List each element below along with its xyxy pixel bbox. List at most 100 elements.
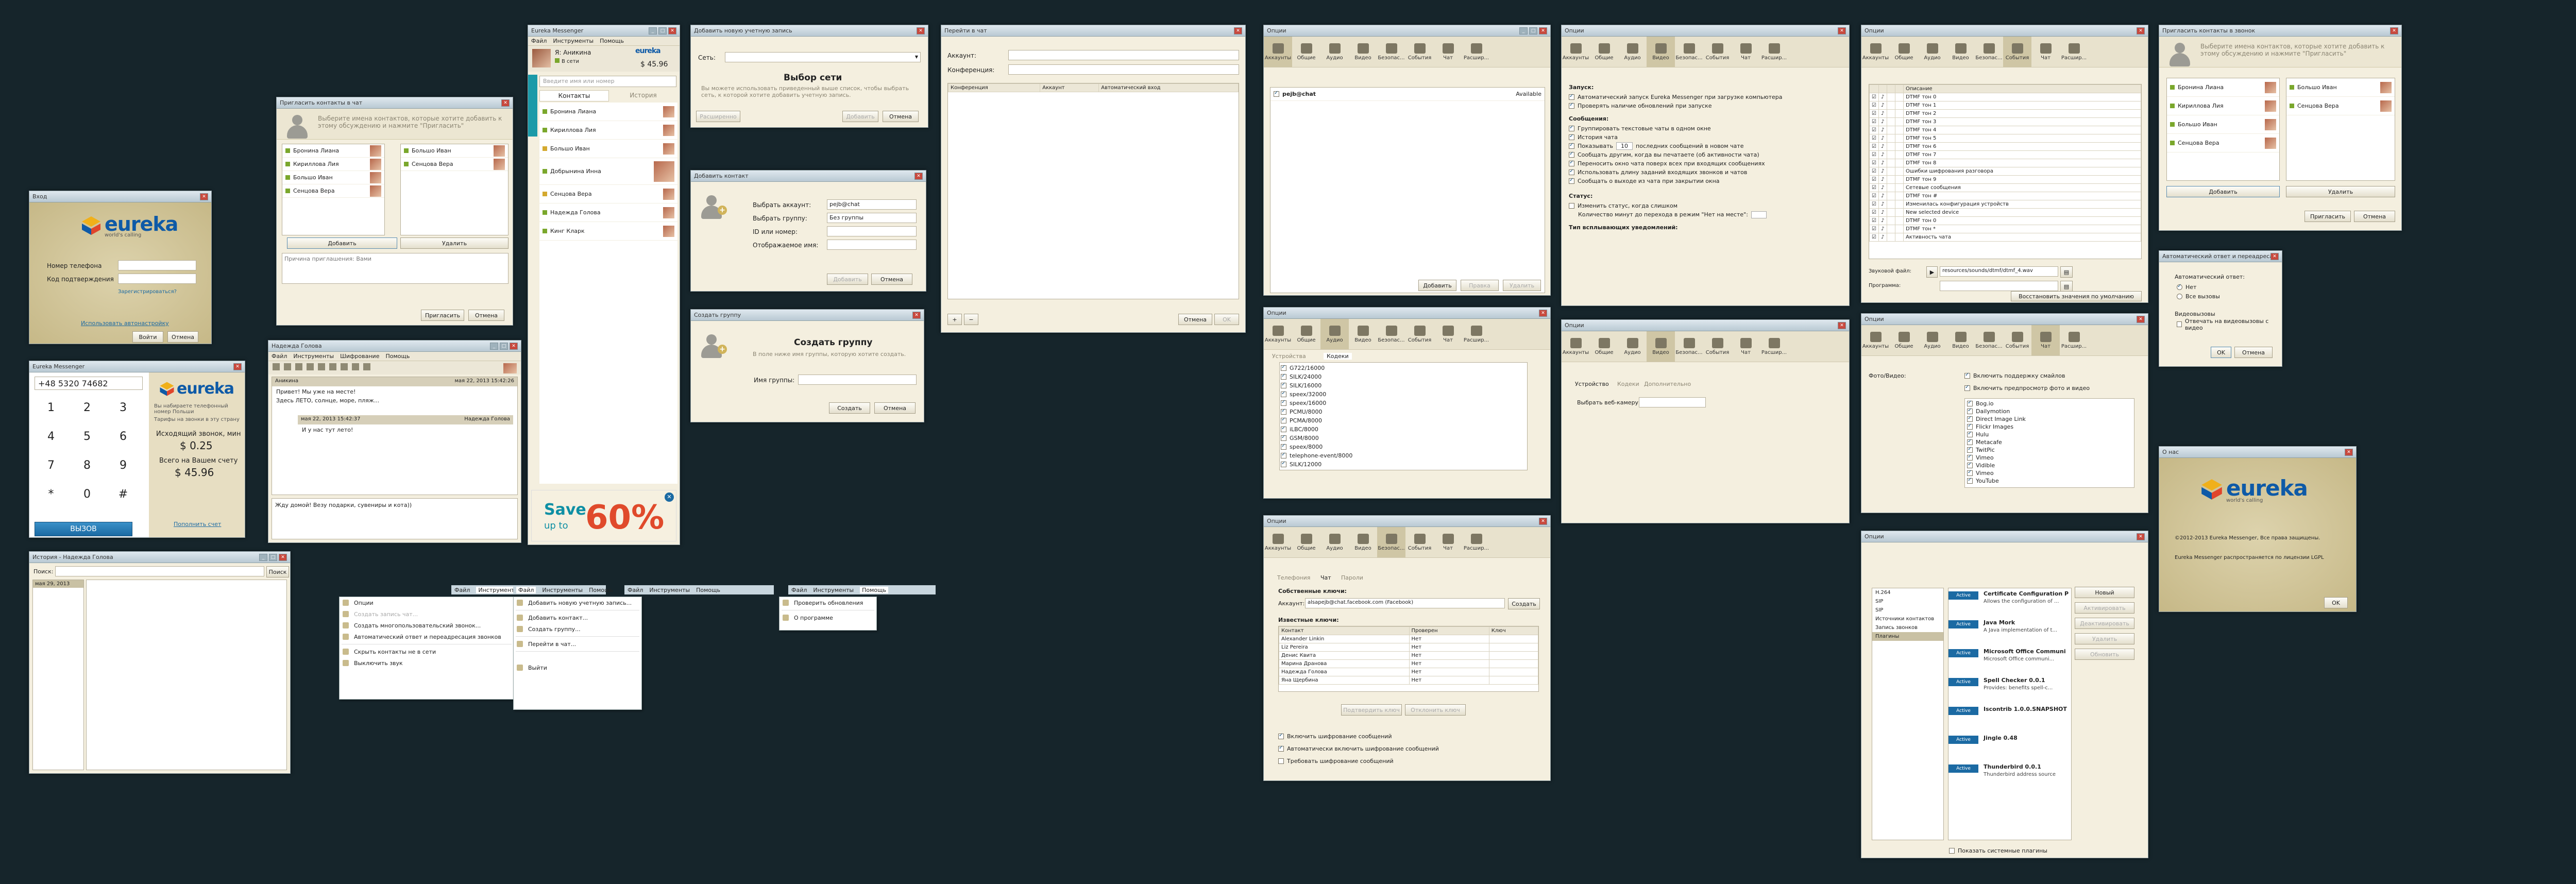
table-row[interactable]: Яна Щербина Нет [1279, 676, 1539, 685]
cancel-button[interactable]: Отмена [468, 310, 504, 321]
tab-events[interactable]: События [1703, 331, 1732, 362]
list-item[interactable]: Direct Image Link [1967, 415, 2132, 423]
table-row[interactable]: ☑ ♪ Сетевые сообщения [1869, 183, 2142, 192]
remove-icon[interactable]: − [964, 314, 978, 325]
remove-button[interactable]: Удалить [400, 237, 509, 249]
tab-video[interactable]: Видео [1946, 37, 1975, 67]
list-item[interactable]: Кириллова Лия [282, 158, 384, 171]
list-item[interactable]: Бронина Лиана [539, 103, 677, 121]
plugin-item[interactable]: Active Thunderbird 0.0.1 Thunderbird addre… [1948, 761, 2071, 790]
table-row[interactable]: Надежда Голова Нет [1279, 668, 1539, 676]
play-icon[interactable]: ▶ [1926, 266, 1938, 278]
checkbox[interactable] [1569, 151, 1574, 158]
tab-account[interactable]: Аккаунты [1861, 325, 1890, 355]
login-button[interactable]: Войти [132, 331, 163, 343]
list-item[interactable]: Vidible [1967, 462, 2132, 469]
table-row[interactable]: Alexander Linkin Нет [1279, 635, 1539, 643]
tab-audio[interactable]: Аудио [1918, 325, 1946, 355]
tab-video[interactable]: Видео [1946, 325, 1975, 355]
keypad-key[interactable]: * [37, 483, 65, 505]
sidebar-item[interactable]: Источники контактов [1872, 615, 1943, 623]
tab-advanced[interactable]: Расшир... [1462, 37, 1490, 67]
tab-audio[interactable]: Аудио [1320, 37, 1349, 67]
tab-general[interactable]: Общие [1890, 325, 1918, 355]
list-item[interactable]: speex/32000 [1281, 390, 1526, 399]
user-icon[interactable] [273, 363, 280, 370]
tab-security[interactable]: Безопас... [1675, 331, 1703, 362]
tab-chat[interactable]: Чат [1434, 527, 1462, 557]
checkbox[interactable] [1964, 384, 1970, 391]
invite-button[interactable]: Пригласить [421, 310, 464, 321]
table-row[interactable]: ☑ ♪ DTMF тон 4 [1869, 126, 2142, 134]
list-item[interactable]: Dailymotion [1967, 407, 2132, 415]
menu-item[interactable]: Создать группу... [514, 623, 641, 635]
list-item[interactable]: Vimeo [1967, 454, 2132, 462]
close-button[interactable]: ✕ [1234, 27, 1242, 35]
cancel-button[interactable]: Отмена [874, 402, 916, 414]
search-button[interactable]: Поиск [266, 566, 289, 577]
keypad-key[interactable]: 5 [73, 425, 101, 448]
menu-item[interactable]: Создать многопользовательский звонок... [340, 620, 514, 631]
close-button[interactable]: ✕ [1539, 517, 1547, 525]
ad-banner[interactable]: Save up to 60% ✕ [531, 490, 676, 541]
close-button[interactable]: ✕ [668, 27, 676, 35]
checkbox[interactable] [1569, 133, 1574, 140]
list-item[interactable]: Большо Иван [401, 144, 508, 158]
list-item[interactable]: Бронина Лиана [2167, 78, 2279, 97]
list-item[interactable]: SILK/16000 [1281, 381, 1526, 390]
list-item[interactable]: PCMU/8000 [1281, 407, 1526, 416]
keypad-key[interactable]: 1 [37, 396, 65, 419]
tab-codecs[interactable]: Кодеки [1617, 381, 1639, 387]
tab-video[interactable]: Видео [1647, 331, 1675, 362]
table-row[interactable]: ☑ ♪ DTMF тон 8 [1869, 159, 2142, 167]
tab-account[interactable]: Аккаунты [1562, 331, 1590, 362]
close-button[interactable]: ✕ [279, 553, 287, 561]
list-item[interactable]: G722/16000 [1281, 364, 1526, 372]
sidebar-item[interactable]: Плагины [1872, 632, 1943, 641]
edit-button[interactable]: Правка [1461, 280, 1499, 291]
list-item[interactable]: TwitPic [1967, 446, 2132, 454]
close-button[interactable]: ✕ [1838, 321, 1846, 329]
forward-icon[interactable] [352, 363, 359, 370]
table-row[interactable]: ☑ ♪ DTMF тон # [1869, 192, 2142, 200]
close-button[interactable]: ✕ [1539, 309, 1547, 317]
checkbox[interactable] [1569, 102, 1574, 109]
menu-item[interactable]: Добавить контакт... [514, 612, 641, 623]
close-button[interactable]: ✕ [2137, 27, 2145, 35]
group-name-input[interactable] [798, 375, 917, 385]
list-item[interactable]: Сенцова Вера [2167, 134, 2279, 152]
status-selector[interactable]: В сети [555, 58, 579, 64]
sidebar-item[interactable]: H.264 [1872, 588, 1943, 597]
close-button[interactable]: ✕ [912, 311, 921, 319]
list-item[interactable]: Сенцова Вера [539, 185, 677, 203]
tab-security[interactable]: Безопас... [1975, 37, 2003, 67]
forget-key-button[interactable]: Отклонить ключ [1405, 704, 1466, 716]
tab-advanced[interactable]: Расшир... [1760, 331, 1788, 362]
close-button[interactable]: ✕ [2137, 315, 2145, 323]
menu-encryption[interactable]: Шифрование [340, 353, 379, 360]
list-item[interactable]: Добрынина Инна [539, 158, 677, 185]
lock-icon[interactable] [329, 363, 336, 370]
list-item[interactable]: YouTube [1967, 477, 2132, 485]
list-item[interactable]: Надежда Голова [539, 203, 677, 222]
keypad-key[interactable]: 3 [109, 396, 138, 419]
tab-chat[interactable]: Чат [1732, 37, 1760, 67]
table-row[interactable]: Liz Pereira Нет [1279, 643, 1539, 652]
cancel-button[interactable]: Отмена [883, 111, 919, 122]
table-row[interactable]: ☑ ♪ DTMF тон 6 [1869, 142, 2142, 151]
tab-advanced[interactable]: Расшир... [1462, 319, 1490, 349]
tab-passwords[interactable]: Пароли [1341, 574, 1363, 581]
menu-item[interactable]: Скрыть контакты не в сети [340, 646, 514, 657]
tab-video[interactable]: Видео [1349, 319, 1377, 349]
table-row[interactable]: Марина Дранова Нет [1279, 659, 1539, 668]
checkbox[interactable] [1278, 733, 1284, 739]
close-button[interactable]: ✕ [2345, 448, 2353, 456]
search-input[interactable]: Введите имя или номер [539, 76, 676, 87]
register-link[interactable]: Зарегистрироваться? [118, 289, 177, 295]
plugin-action-button[interactable]: Деактивировать [2075, 618, 2134, 629]
number-input[interactable]: +48 5320 74682 [35, 377, 143, 390]
cancel-button[interactable]: Отмена [871, 274, 912, 285]
search-input[interactable] [55, 566, 264, 576]
tab-chat[interactable]: Чат [1320, 574, 1331, 581]
reason-input[interactable]: Причина приглашения: Вами [282, 253, 509, 284]
